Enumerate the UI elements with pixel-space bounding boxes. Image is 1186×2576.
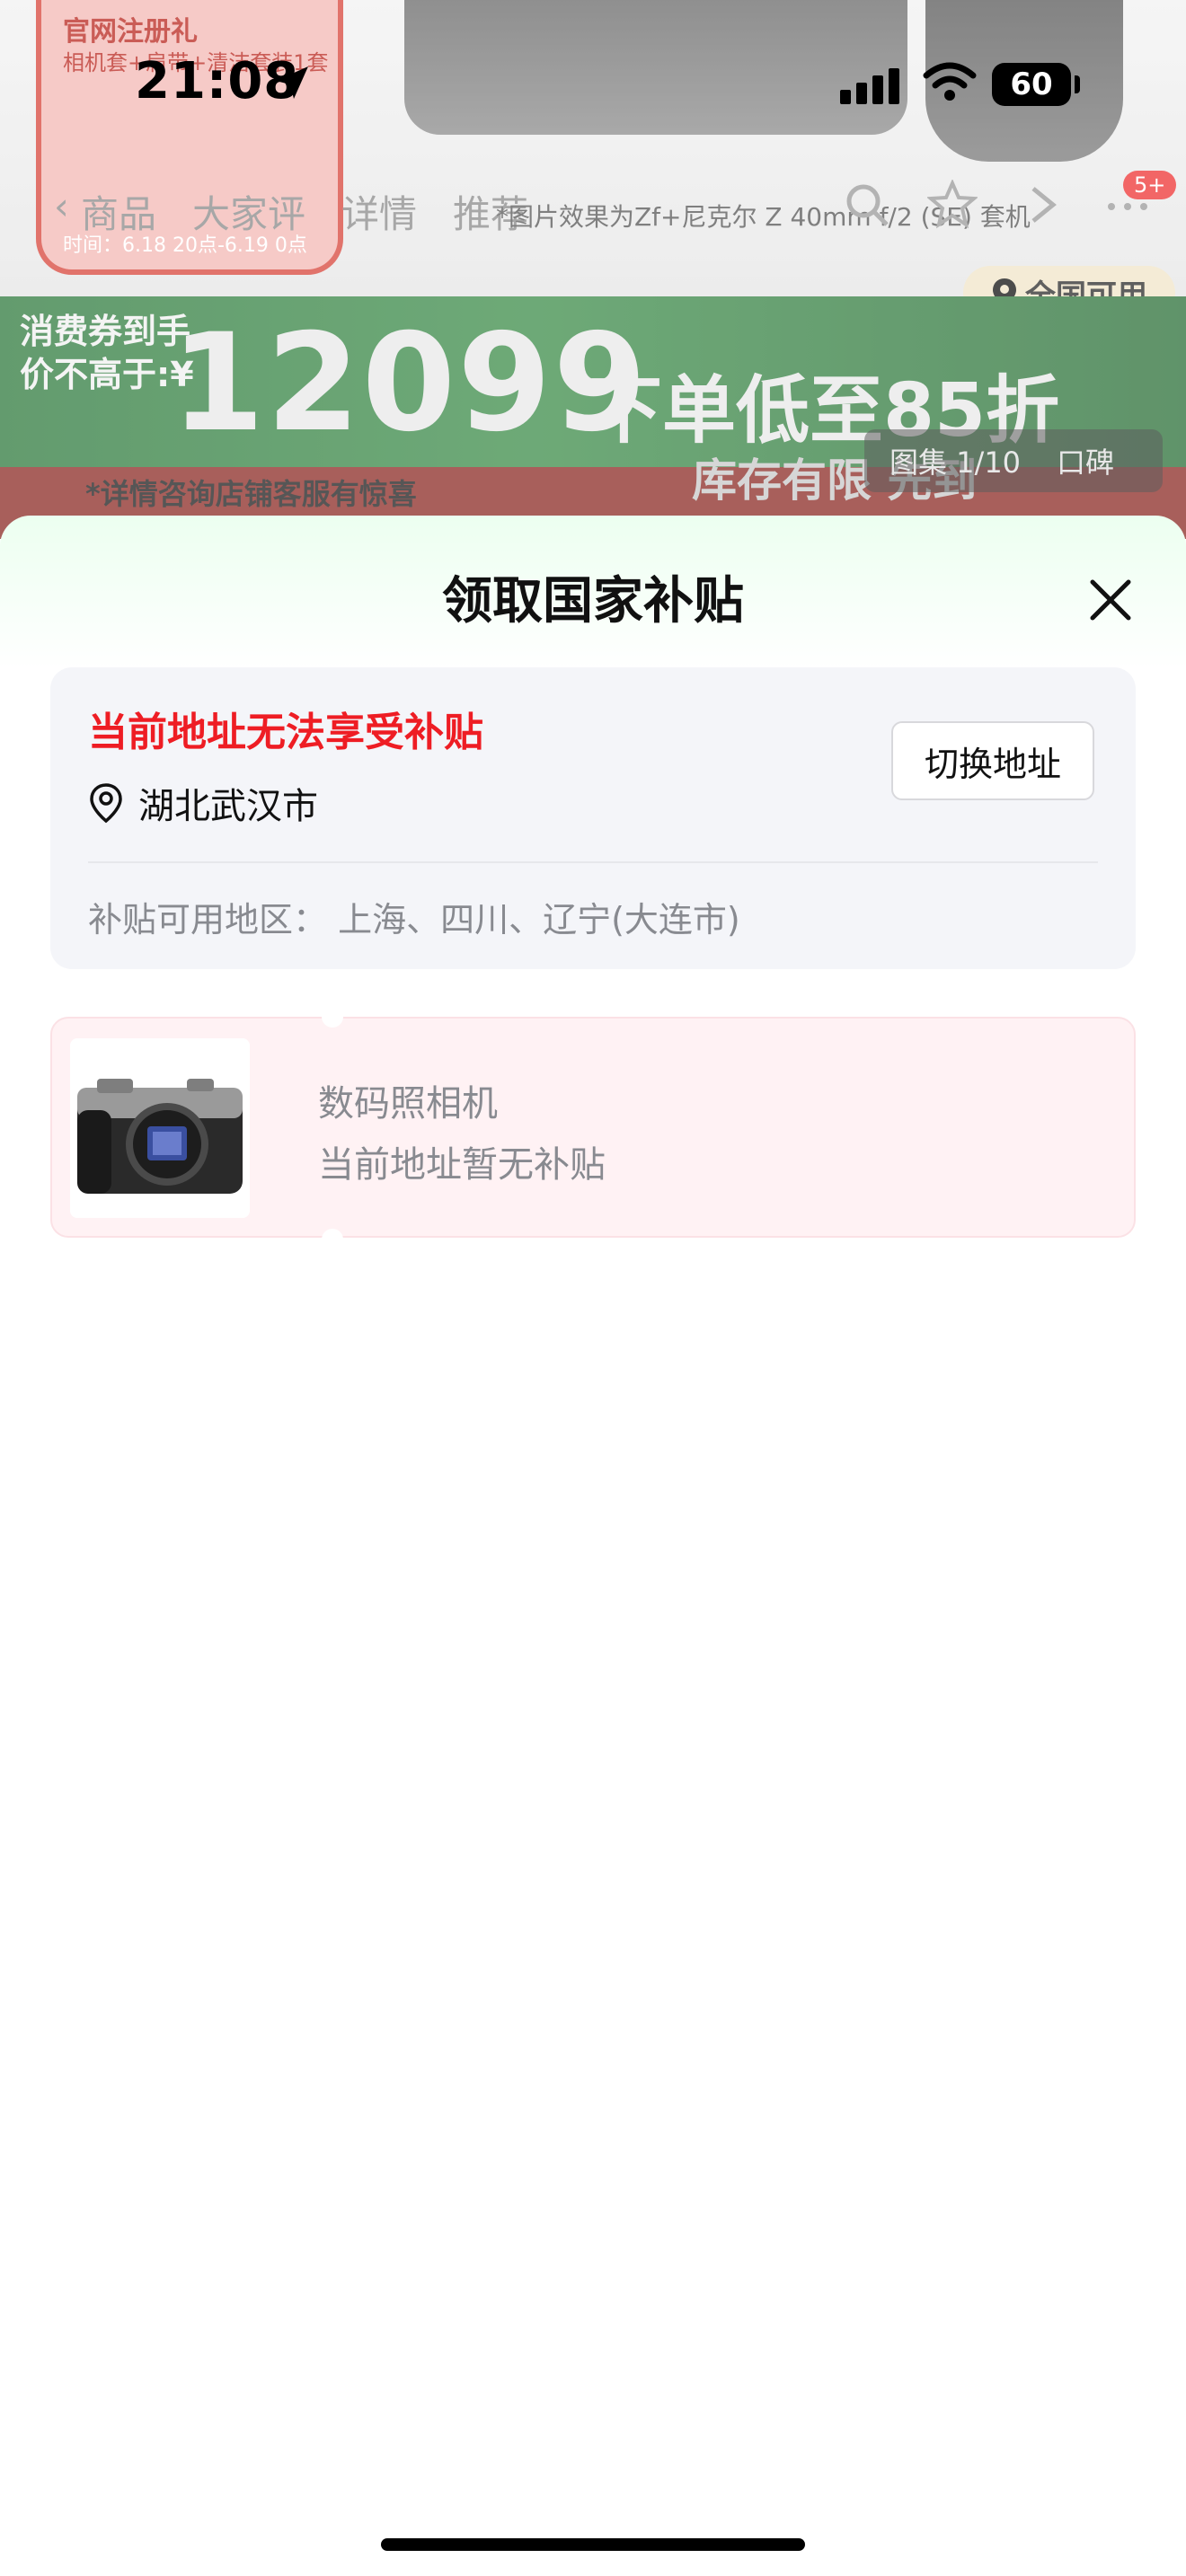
- current-address-text: 湖北武汉市: [138, 786, 318, 827]
- battery-icon: 60: [992, 63, 1071, 106]
- current-address: 湖北武汉市: [88, 777, 318, 829]
- cellular-signal-icon: [840, 68, 899, 104]
- product-name: 数码照相机: [318, 1083, 498, 1125]
- location-arrow-icon: [276, 66, 308, 99]
- subsidy-bottom-sheet: 领取国家补贴 当前地址无法享受补贴 湖北武汉市 切换地址 补贴可用地区： 上海、…: [0, 516, 1186, 2576]
- product-thumbnail: [70, 1038, 250, 1218]
- battery-tip: [1075, 75, 1080, 93]
- sheet-title: 领取国家补贴: [442, 572, 744, 631]
- status-bar: 21:08 60: [0, 0, 1186, 171]
- product-subsidy-card: 数码照相机 当前地址暂无补贴: [50, 1006, 1136, 1250]
- address-card: 当前地址无法享受补贴 湖北武汉市 切换地址 补贴可用地区： 上海、四川、辽宁(大…: [50, 667, 1136, 969]
- ticket-notch: [322, 1229, 343, 1250]
- close-icon[interactable]: [1075, 564, 1146, 636]
- address-warning: 当前地址无法享受补贴: [88, 710, 483, 755]
- camera-image: [77, 1079, 243, 1194]
- product-subsidy-status: 当前地址暂无补贴: [318, 1144, 606, 1186]
- divider: [88, 861, 1098, 863]
- switch-address-button[interactable]: 切换地址: [891, 721, 1094, 800]
- ticket-notch: [322, 1006, 343, 1028]
- available-regions: 补贴可用地区： 上海、四川、辽宁(大连市): [88, 900, 740, 940]
- home-indicator[interactable]: [381, 2538, 805, 2551]
- location-pin-icon: [90, 783, 122, 824]
- wifi-icon: [923, 62, 977, 101]
